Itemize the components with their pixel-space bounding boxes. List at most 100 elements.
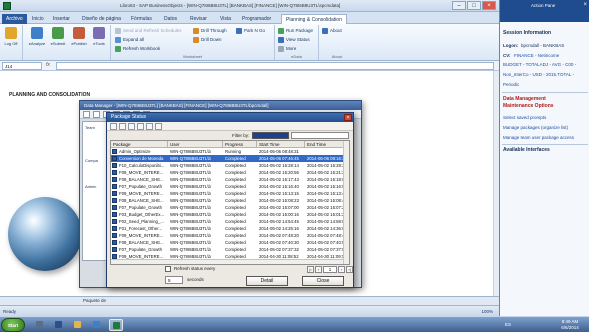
esubmit-button[interactable]: eSubmit <box>48 27 68 51</box>
table-row[interactable]: F07_Populate_Growth WIN-Q78I6B8U3TL\b Comp… <box>111 183 349 190</box>
epublish-button[interactable]: ePublish <box>69 27 89 51</box>
tab-file[interactable]: Archivo <box>2 14 27 24</box>
taskbar-app-excel[interactable] <box>109 319 123 331</box>
more-button[interactable]: More <box>278 45 296 53</box>
grid-horizontal-scrollbar[interactable] <box>111 259 343 264</box>
tab-inicio[interactable]: Inicio <box>28 14 48 24</box>
column-header-start-time[interactable]: Start Time <box>257 141 305 148</box>
refresh-icon[interactable] <box>119 123 126 130</box>
table-row[interactable]: F09_MOVE_INTERE... WIN-Q78I6B8U3TL\b Compl… <box>111 169 349 176</box>
close-window-button[interactable]: × <box>482 1 496 10</box>
package-icon <box>112 156 117 161</box>
tab-diseno[interactable]: Diseño de página <box>78 14 125 24</box>
column-header-user[interactable]: User <box>168 141 223 148</box>
drill-through-button[interactable]: Drill Through <box>193 27 227 35</box>
page-number[interactable]: 1 <box>323 266 337 273</box>
table-row[interactable]: F07_Populate_Growth WIN-Q78I6B8U3TL\b Comp… <box>111 204 349 211</box>
tab-datos[interactable]: Datos <box>160 14 181 24</box>
taskbar-app-powershell[interactable] <box>52 319 66 331</box>
table-cell: WIN-Q78I6B8U3TL\b <box>170 170 211 175</box>
expand-all-button[interactable]: Expand all <box>115 36 144 44</box>
view-status-button[interactable]: View Status <box>278 36 310 44</box>
etools-button[interactable]: eTools <box>89 27 109 51</box>
manage-team-access-link[interactable]: Manage team user package access <box>503 135 574 140</box>
dm-tool-icon[interactable] <box>83 111 90 118</box>
about-button[interactable]: About <box>322 27 342 35</box>
stop-icon[interactable] <box>128 123 135 130</box>
tab-programador[interactable]: Programador <box>238 14 275 24</box>
nav-item-team[interactable]: Team <box>85 125 95 130</box>
tab-formulas[interactable]: Fórmulas <box>127 14 156 24</box>
table-cell: 2014-05-02 14:58:0 <box>307 219 345 224</box>
export-icon[interactable] <box>155 123 162 130</box>
filter-icon[interactable] <box>146 123 153 130</box>
close-button[interactable]: Close <box>302 276 344 286</box>
filter-dropdown[interactable] <box>252 132 289 139</box>
tab-revisar[interactable]: Revisar <box>186 14 211 24</box>
drill-down-button[interactable]: Drill Down <box>193 36 222 44</box>
taskbar-app-server-manager[interactable] <box>33 319 47 331</box>
tab-insertar[interactable]: Insertar <box>49 14 74 24</box>
table-cell: 2014-05-02 07:37:5 <box>307 247 345 252</box>
table-row[interactable]: F08_BALANCE_SHE... WIN-Q78I6B8U3TL\b Compl… <box>111 197 349 204</box>
park-n-go-button[interactable]: Park N Go <box>236 27 265 35</box>
first-icon[interactable] <box>110 123 117 130</box>
table-row[interactable]: F08_BALANCE_SHE... WIN-Q78I6B8U3TL\b Compl… <box>111 176 349 183</box>
filter-input[interactable] <box>291 132 349 139</box>
refresh-status-checkbox[interactable] <box>165 266 171 272</box>
table-row[interactable]: Admin_Optimize WIN-Q78I6B8U3TL\b Running 20… <box>111 148 349 155</box>
run-package-button[interactable]: Run Package <box>278 27 313 35</box>
send-refresh-schedules-button[interactable]: Send and Refresh Schedules <box>115 27 182 35</box>
maximize-button[interactable]: □ <box>467 1 481 10</box>
dm-tool-icon[interactable] <box>93 111 100 118</box>
table-row[interactable]: F08_BALANCE_SHE... WIN-Q78I6B8U3TL\b Compl… <box>111 239 349 246</box>
detail-button[interactable]: Detail <box>246 276 288 286</box>
table-row[interactable]: F03_Budget_OtherEx... WIN-Q78I6B8U3TL\b Co… <box>111 211 349 218</box>
table-row[interactable]: F10_CalculoDisponibi... WIN-Q78I6B8U3TL\b… <box>111 162 349 169</box>
cv-line-1[interactable]: BUDGET - TOTALADJ - AVG - C00 - <box>503 62 576 67</box>
refresh-workbook-button[interactable]: Refresh Workbook <box>115 45 160 53</box>
last-page-button[interactable]: ›| <box>346 266 353 273</box>
zoom-level[interactable]: 100% <box>481 309 493 314</box>
log-off-button[interactable]: Log Off <box>1 27 21 51</box>
start-button[interactable]: Start <box>1 318 25 332</box>
tab-planning-consolidation[interactable]: Planning & Consolidation <box>281 14 347 24</box>
reload-icon[interactable] <box>137 123 144 130</box>
prev-page-button[interactable]: ‹ <box>315 266 322 273</box>
column-header-package[interactable]: Package <box>111 141 168 148</box>
name-box[interactable]: J14 <box>2 62 42 70</box>
grid-vertical-scrollbar[interactable] <box>343 141 349 264</box>
table-row[interactable]: F07_Populate_Growth WIN-Q78I6B8U3TL\b Comp… <box>111 246 349 253</box>
column-header-progress[interactable]: Progress <box>223 141 257 148</box>
close-icon[interactable]: × <box>344 114 352 121</box>
cv-line-2[interactable]: Non_InterCo - USD - 2015.TOTAL - <box>503 72 574 77</box>
formula-input[interactable] <box>56 62 494 70</box>
manage-packages-link[interactable]: Manage packages (organize list) <box>503 125 568 130</box>
table-row[interactable]: F01_Forecast_Other... WIN-Q78I6B8U3TL\b Co… <box>111 225 349 232</box>
seconds-input[interactable]: 5 <box>165 276 183 284</box>
table-row[interactable]: F02_Seed_Planning_... WIN-Q78I6B8U3TL\b Co… <box>111 218 349 225</box>
language-indicator[interactable]: ES <box>505 322 511 327</box>
first-page-button[interactable]: |‹ <box>307 266 314 273</box>
nav-item-admin[interactable]: Admin <box>85 184 96 189</box>
table-cell-wrap: Completed <box>223 169 257 176</box>
cv-value-link[interactable]: FINANCE - Netincome <box>514 53 559 58</box>
table-cell-wrap: Completed <box>223 183 257 190</box>
table-row[interactable]: Conversion de Moneda WIN-Q78I6B8U3TL\b Com… <box>111 155 349 162</box>
taskbar-app-explorer[interactable] <box>71 319 85 331</box>
sheet-tab-label[interactable]: Paquete de <box>83 298 106 303</box>
taskbar-app-sap[interactable] <box>90 319 104 331</box>
fx-icon[interactable]: fx <box>46 62 50 68</box>
table-row[interactable]: F09_MOVE_INTERE... WIN-Q78I6B8U3TL\b Compl… <box>111 190 349 197</box>
table-row[interactable]: F09_MOVE_INTERE... WIN-Q78I6B8U3TL\b Compl… <box>111 232 349 239</box>
nav-item-company[interactable]: Compa <box>85 158 98 163</box>
clock[interactable]: 8:49 AM 6/6/2014 <box>555 319 585 331</box>
available-interfaces-title[interactable]: Available Interfaces <box>503 147 550 153</box>
select-saved-prompts-link[interactable]: Select saved prompts <box>503 115 546 120</box>
next-page-button[interactable]: › <box>338 266 345 273</box>
cv-line-3[interactable]: Periodic <box>503 82 519 87</box>
minimize-button[interactable]: – <box>452 1 466 10</box>
eanalyze-button[interactable]: eAnalyze <box>27 27 47 51</box>
close-icon[interactable]: × <box>583 2 587 8</box>
tab-vista[interactable]: Vista <box>216 14 235 24</box>
